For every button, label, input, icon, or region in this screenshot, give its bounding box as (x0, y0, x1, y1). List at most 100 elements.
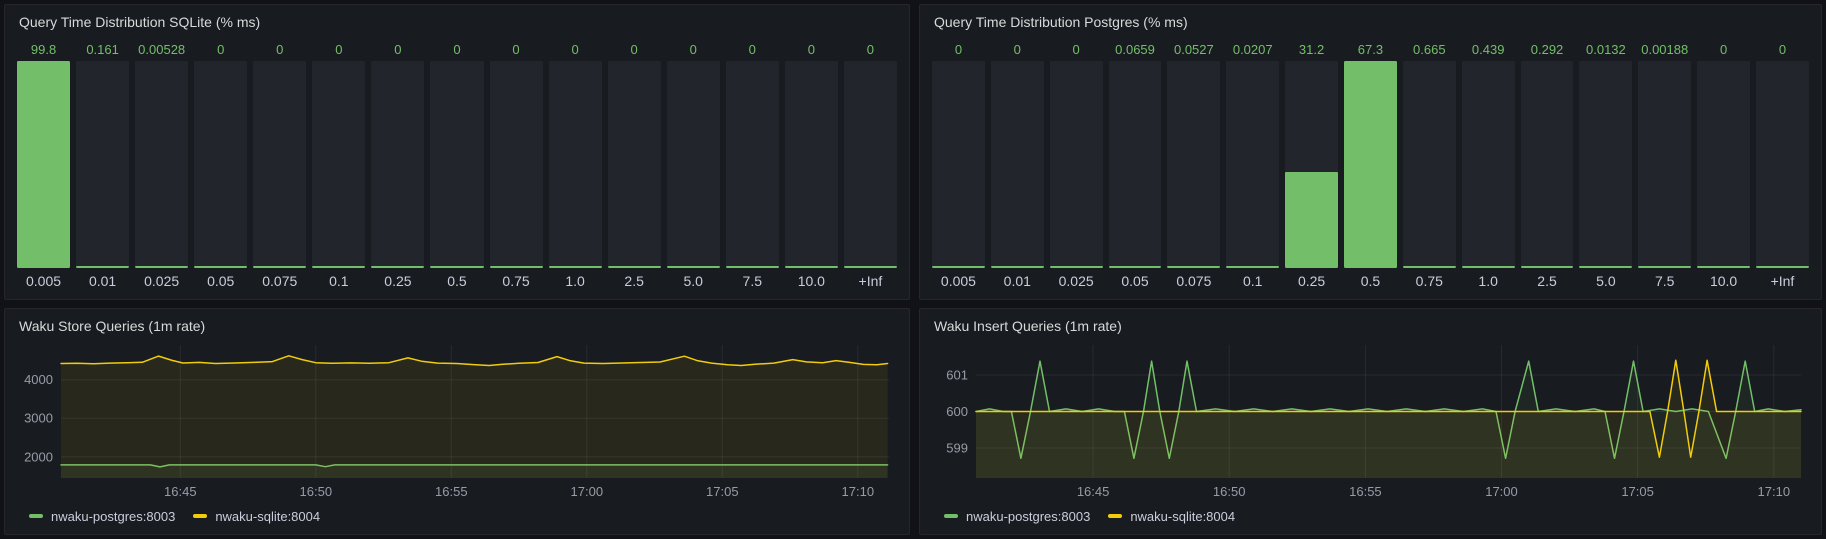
bar-x-label: 0.025 (135, 268, 188, 293)
bar-track (608, 61, 661, 268)
bar-column: 00.5 (430, 39, 483, 293)
bar-fill (726, 266, 779, 268)
bar-track (490, 61, 543, 268)
bar-value-label: 0 (549, 39, 602, 61)
bar-x-label: 0.075 (1167, 268, 1220, 293)
bar-fill (1050, 266, 1103, 268)
bar-track (932, 61, 985, 268)
bar-value-label: 0.292 (1521, 39, 1574, 61)
bar-column: 99.80.005 (17, 39, 70, 293)
bar-fill (371, 266, 424, 268)
x-tick-label: 17:10 (1758, 484, 1791, 499)
panel-title-postgres[interactable]: Query Time Distribution Postgres (% ms) (930, 11, 1811, 33)
panel-query-time-postgres: Query Time Distribution Postgres (% ms) … (919, 4, 1822, 300)
bar-gauge-postgres[interactable]: 00.00500.0100.0250.06590.050.05270.0750.… (930, 33, 1811, 293)
insert-queries-chart[interactable]: 59960060116:4516:5016:5517:0017:0517:10 (930, 337, 1811, 504)
bar-column: 07.5 (726, 39, 779, 293)
bar-track (785, 61, 838, 268)
bar-column: 0.439 1.0 (1462, 39, 1515, 293)
chart-canvas[interactable]: 20003000400016:4516:5016:5517:0017:0517:… (15, 337, 899, 504)
bar-x-label: 1.0 (1462, 268, 1515, 293)
bar-fill (1697, 266, 1750, 268)
bar-fill (1462, 266, 1515, 268)
legend-item-nwaku-sqlite[interactable]: nwaku-sqlite:8004 (193, 509, 320, 524)
bar-x-label: 0.05 (194, 268, 247, 293)
bar-x-label: 0.01 (76, 268, 129, 293)
bar-value-label: 0.00528 (135, 39, 188, 61)
x-tick-label: 17:05 (706, 484, 739, 499)
store-queries-legend: nwaku-postgres:8003 nwaku-sqlite:8004 (15, 504, 899, 528)
bar-track (430, 61, 483, 268)
bar-track (667, 61, 720, 268)
bar-column: 010.0 (785, 39, 838, 293)
bar-value-label: 0 (371, 39, 424, 61)
bar-column: 0.001887.5 (1638, 39, 1691, 293)
legend-label: nwaku-postgres:8003 (966, 509, 1090, 524)
bar-fill (253, 266, 306, 268)
bar-x-label: 5.0 (1579, 268, 1632, 293)
x-tick-label: 16:55 (435, 484, 468, 499)
bar-fill (932, 266, 985, 268)
bar-fill (991, 266, 1044, 268)
bar-track (17, 61, 70, 268)
bar-value-label: 0 (1697, 39, 1750, 61)
x-tick-label: 17:10 (842, 484, 875, 499)
bar-fill (430, 266, 483, 268)
bar-track (1462, 61, 1515, 268)
bar-fill (17, 61, 70, 268)
bar-x-label: 0.75 (1403, 268, 1456, 293)
panel-query-time-sqlite: Query Time Distribution SQLite (% ms) 99… (4, 4, 910, 300)
x-tick-label: 16:45 (164, 484, 197, 499)
bar-track (1050, 61, 1103, 268)
bar-column: 02.5 (608, 39, 661, 293)
bar-x-label: 10.0 (785, 268, 838, 293)
bar-value-label: 0 (608, 39, 661, 61)
insert-queries-legend: nwaku-postgres:8003 nwaku-sqlite:8004 (930, 504, 1811, 528)
legend-item-nwaku-postgres[interactable]: nwaku-postgres:8003 (944, 509, 1090, 524)
bar-value-label: 0.439 (1462, 39, 1515, 61)
bar-x-label: 0.25 (1285, 268, 1338, 293)
bar-value-label: 0 (726, 39, 779, 61)
x-tick-label: 17:00 (1485, 484, 1518, 499)
bar-x-label: 7.5 (726, 268, 779, 293)
bar-column: 0.665 0.75 (1403, 39, 1456, 293)
panel-title-insert-queries[interactable]: Waku Insert Queries (1m rate) (930, 315, 1811, 337)
x-tick-label: 16:50 (1213, 484, 1246, 499)
bar-value-label: 0 (1756, 39, 1809, 61)
legend-swatch-green (944, 514, 958, 518)
panel-title-store-queries[interactable]: Waku Store Queries (1m rate) (15, 315, 899, 337)
bar-fill (1521, 266, 1574, 268)
bar-gauge-sqlite[interactable]: 99.80.0050.1610.010.005280.02500.0500.07… (15, 33, 899, 293)
bar-column: 00.01 (991, 39, 1044, 293)
legend-swatch-yellow (1108, 514, 1122, 518)
dashboard-grid: Query Time Distribution SQLite (% ms) 99… (0, 0, 1826, 539)
bar-track (312, 61, 365, 268)
bar-column: 00.025 (1050, 39, 1103, 293)
bar-value-label: 0.665 (1403, 39, 1456, 61)
bar-fill (1756, 266, 1809, 268)
legend-label: nwaku-sqlite:8004 (215, 509, 320, 524)
bar-value-label: 0 (194, 39, 247, 61)
store-queries-chart[interactable]: 20003000400016:4516:5016:5517:0017:0517:… (15, 337, 899, 504)
bar-x-label: 2.5 (608, 268, 661, 293)
bar-fill (490, 266, 543, 268)
legend-swatch-green (29, 514, 43, 518)
y-tick-label: 3000 (24, 411, 53, 426)
panel-title-sqlite[interactable]: Query Time Distribution SQLite (% ms) (15, 11, 899, 33)
bar-track (844, 61, 897, 268)
bar-x-label: 0.075 (253, 268, 306, 293)
bar-fill (312, 266, 365, 268)
bar-column: 00.1 (312, 39, 365, 293)
series-area (61, 356, 888, 478)
bar-column: 00.75 (490, 39, 543, 293)
bar-value-label: 0 (667, 39, 720, 61)
bar-value-label: 0 (991, 39, 1044, 61)
legend-item-nwaku-postgres[interactable]: nwaku-postgres:8003 (29, 509, 175, 524)
legend-item-nwaku-sqlite[interactable]: nwaku-sqlite:8004 (1108, 509, 1235, 524)
chart-canvas[interactable]: 59960060116:4516:5016:5517:0017:0517:10 (930, 337, 1811, 504)
bar-fill (844, 266, 897, 268)
bar-fill (1167, 266, 1220, 268)
bar-fill (1638, 266, 1691, 268)
bar-x-label: 1.0 (549, 268, 602, 293)
bar-column: 05.0 (667, 39, 720, 293)
